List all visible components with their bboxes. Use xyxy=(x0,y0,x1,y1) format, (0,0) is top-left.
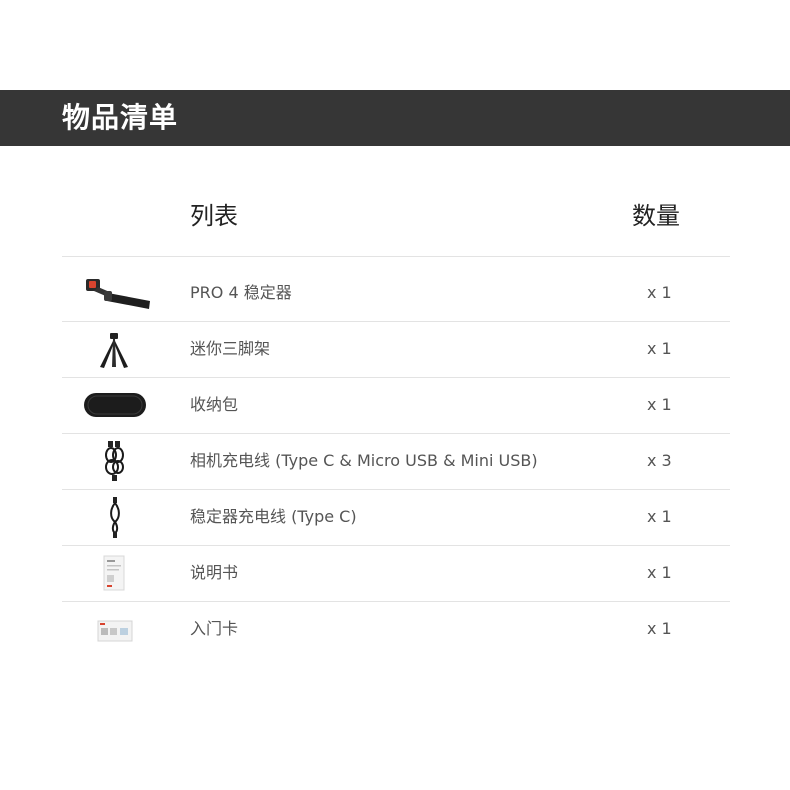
item-quantity: x 1 xyxy=(647,339,672,358)
cable-icon xyxy=(74,495,154,539)
item-name: 入门卡 xyxy=(190,619,239,638)
page-title: 物品清单 xyxy=(62,101,179,134)
card-icon xyxy=(74,607,154,651)
column-header-name: 列表 xyxy=(190,202,238,230)
column-header-quantity: 数量 xyxy=(632,202,680,230)
item-quantity: x 1 xyxy=(647,563,672,582)
item-quantity: x 1 xyxy=(647,283,672,302)
table-row: 相机充电线 (Type C & Micro USB & Mini USB) x … xyxy=(62,433,730,489)
item-name: 说明书 xyxy=(190,563,239,582)
item-name: 迷你三脚架 xyxy=(190,339,271,358)
gimbal-icon xyxy=(74,271,154,315)
item-quantity: x 1 xyxy=(647,507,672,526)
case-icon xyxy=(74,383,154,427)
table-row: 迷你三脚架 x 1 xyxy=(62,321,730,377)
item-quantity: x 1 xyxy=(647,619,672,638)
item-quantity: x 3 xyxy=(647,451,672,470)
item-name: PRO 4 稳定器 xyxy=(190,283,292,302)
divider xyxy=(62,256,730,257)
table-header: 列表 数量 xyxy=(62,196,730,236)
item-name: 相机充电线 (Type C & Micro USB & Mini USB) xyxy=(190,451,538,470)
tripod-icon xyxy=(74,327,154,371)
table-row: PRO 4 稳定器 x 1 xyxy=(62,265,730,321)
item-name: 稳定器充电线 (Type C) xyxy=(190,507,357,526)
table-row: 说明书 x 1 xyxy=(62,545,730,601)
manual-icon xyxy=(74,551,154,595)
cables-icon xyxy=(74,439,154,483)
table-row: 收纳包 x 1 xyxy=(62,377,730,433)
table-row: 入门卡 x 1 xyxy=(62,601,730,657)
item-quantity: x 1 xyxy=(647,395,672,414)
item-name: 收纳包 xyxy=(190,395,239,414)
table-row: 稳定器充电线 (Type C) x 1 xyxy=(62,489,730,545)
header-banner: 物品清单 xyxy=(0,90,790,146)
